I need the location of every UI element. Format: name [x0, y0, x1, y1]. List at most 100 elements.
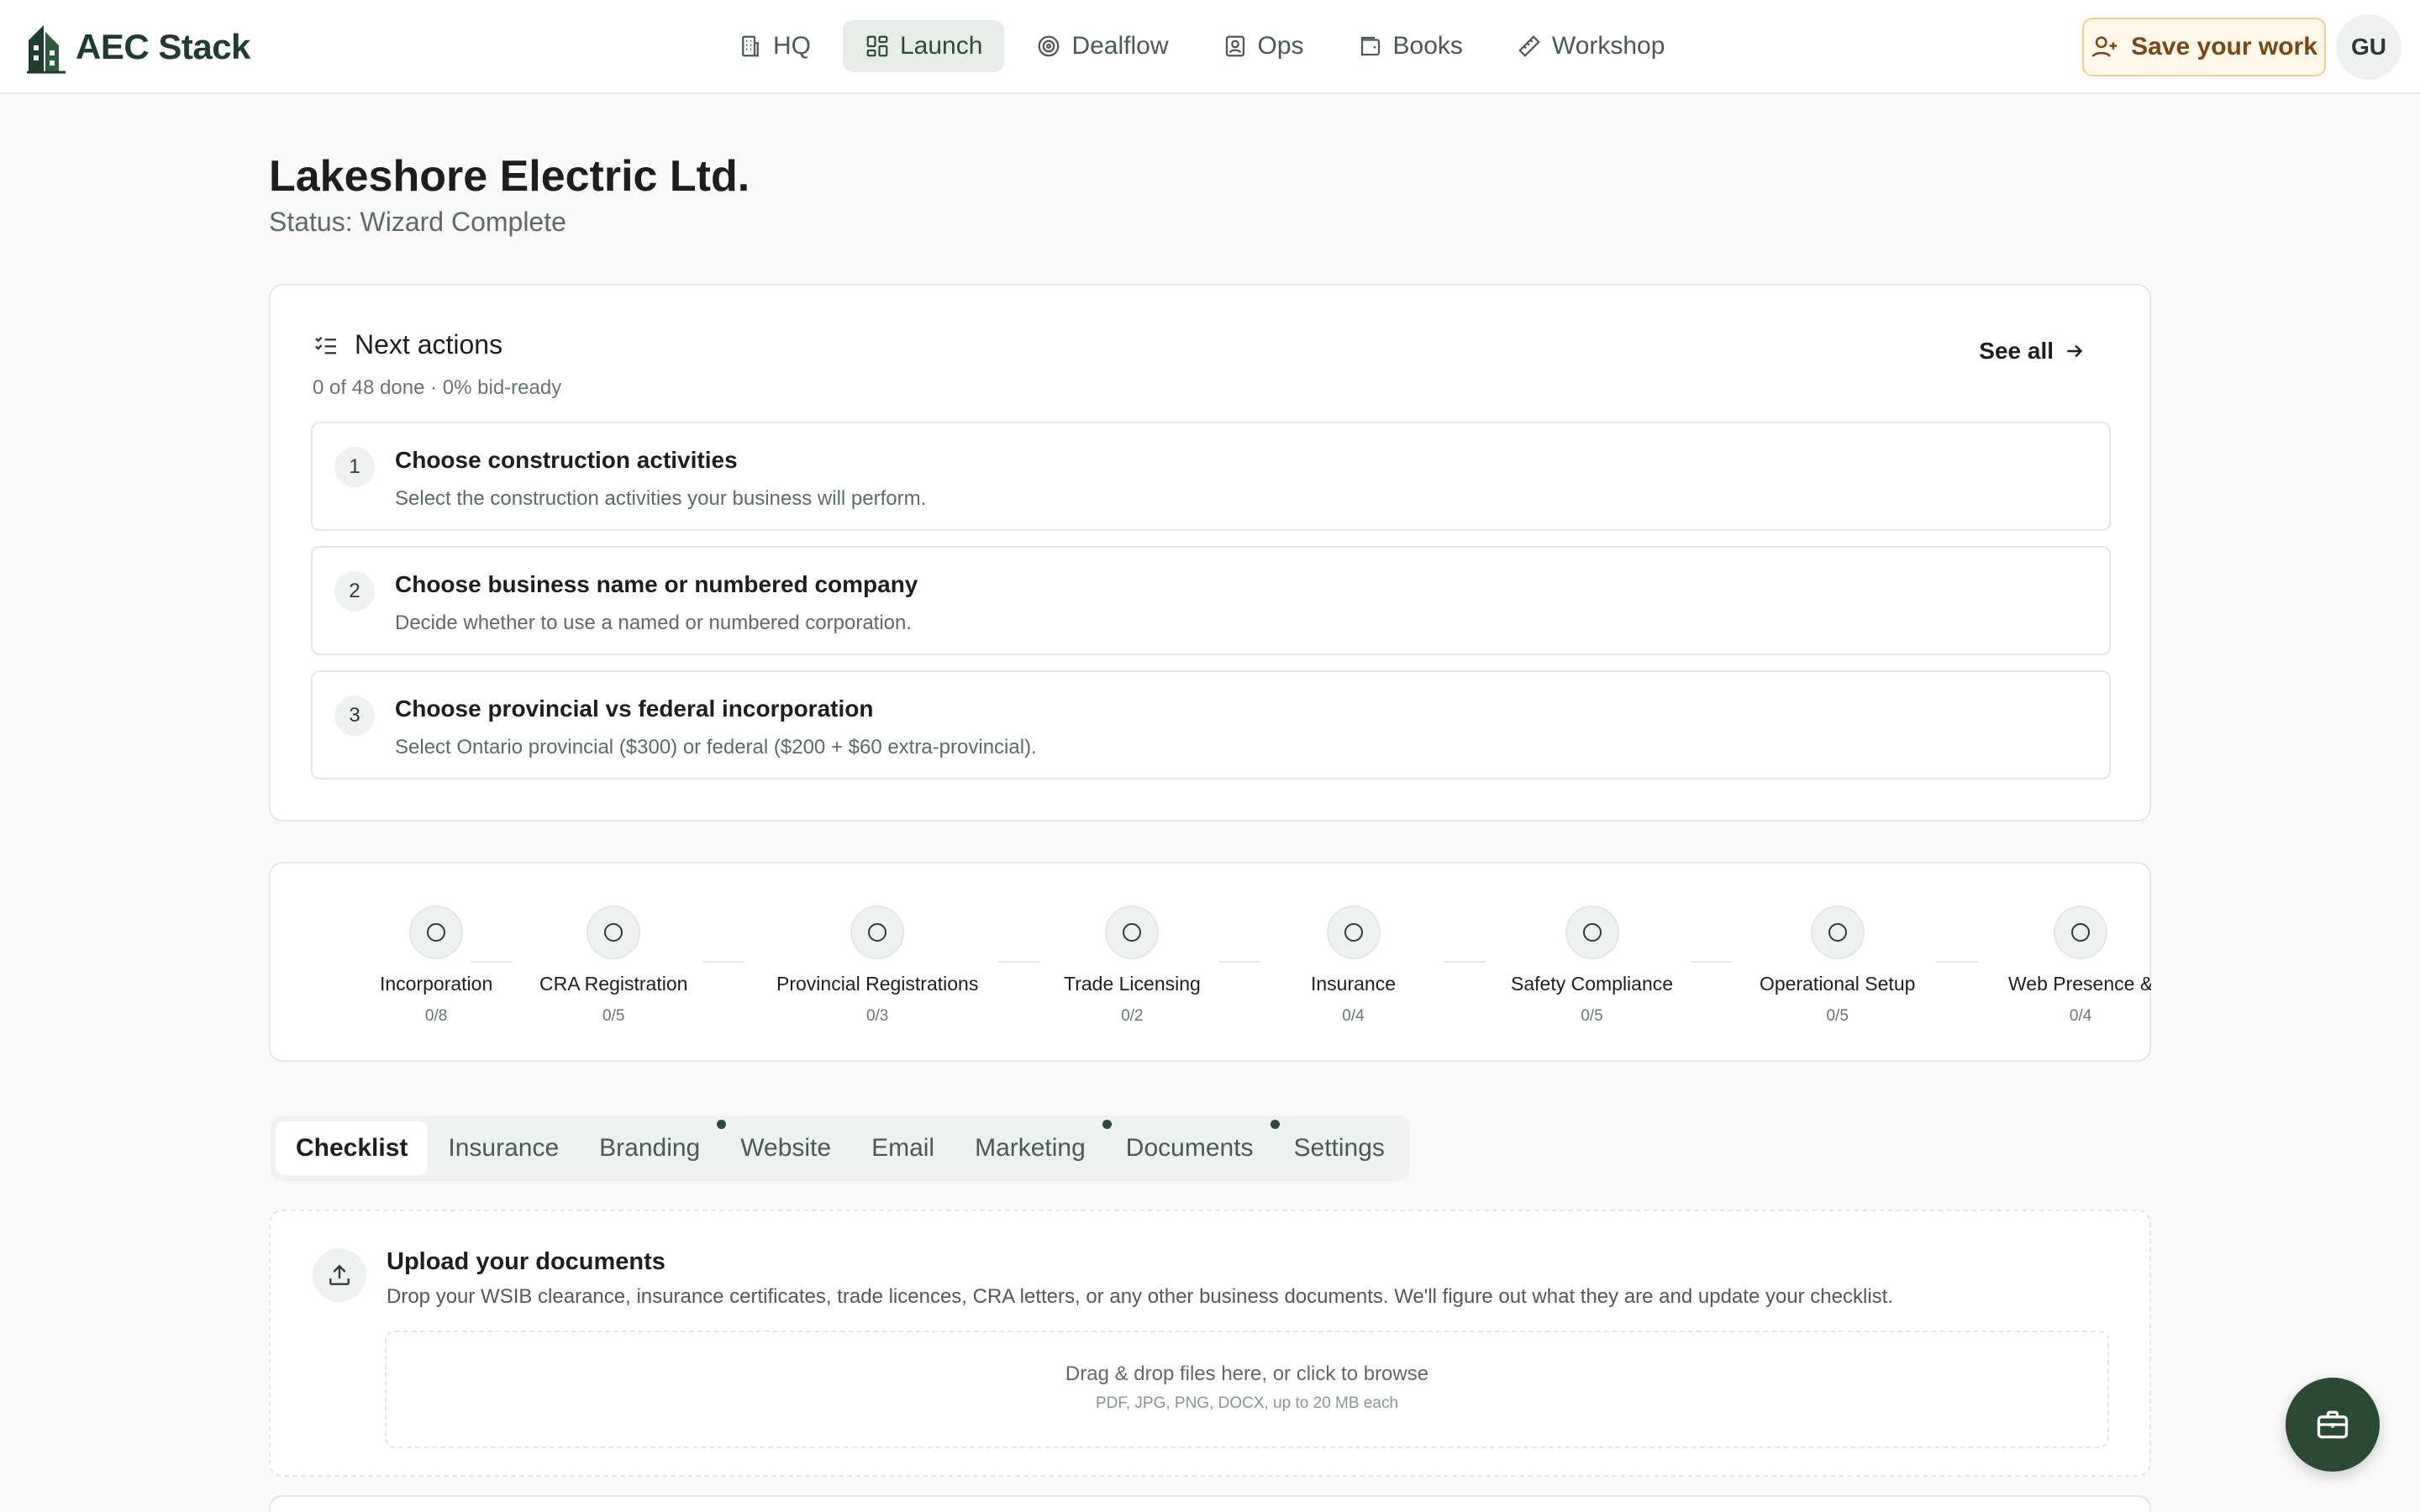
tab-documents[interactable]: Documents [1102, 1120, 1274, 1175]
upload-description: Drop your WSIB clearance, insurance cert… [387, 1285, 1894, 1308]
next-actions-summary: 0 of 48 done · 0% bid-ready [313, 376, 562, 399]
step-count: 0/5 [602, 1007, 625, 1025]
step-count: 0/2 [1121, 1007, 1144, 1025]
action-title: Choose provincial vs federal incorporati… [395, 696, 874, 722]
step-label: Operational Setup [1760, 973, 1916, 995]
nav-item-label: HQ [773, 32, 811, 60]
step-count: 0/4 [1342, 1007, 1365, 1025]
step-count: 0/4 [2069, 1007, 2092, 1025]
nav-item-label: Dealflow [1071, 32, 1169, 60]
step-connector [998, 961, 1040, 963]
stage-step-web-presence[interactable]: Web Presence & 0/4 [2008, 906, 2151, 1026]
briefcase-icon [2317, 1410, 2349, 1439]
user-avatar[interactable]: GU [2336, 14, 2402, 80]
step-label: Provincial Registrations [776, 973, 979, 995]
nav-item-books[interactable]: Books [1336, 20, 1485, 72]
user-plus-icon [2091, 36, 2118, 58]
tab-marketing[interactable]: Marketing [955, 1121, 1106, 1175]
step-label: Safety Compliance [1511, 973, 1674, 995]
nav-item-ops[interactable]: Ops [1201, 20, 1326, 72]
circle-icon [1810, 906, 1865, 959]
nav-item-dealflow[interactable]: Dealflow [1014, 20, 1190, 72]
step-connector [1218, 961, 1260, 963]
step-label: CRA Registration [539, 973, 688, 995]
stage-step-incorporation[interactable]: Incorporation 0/8 [380, 906, 492, 1026]
section-tabs: Checklist Insurance Branding Website Ema… [271, 1116, 1410, 1181]
step-count: 0/5 [1826, 1007, 1849, 1025]
tab-insurance[interactable]: Insurance [428, 1121, 579, 1175]
brand-logo[interactable]: AEC Stack [25, 20, 250, 74]
stage-step-insurance[interactable]: Insurance 0/4 [1311, 906, 1396, 1026]
circle-icon [2054, 906, 2108, 959]
circle-icon [1326, 906, 1381, 959]
file-drop-zone[interactable]: Drag & drop files here, or click to brow… [385, 1331, 2109, 1448]
tab-website[interactable]: Website [717, 1120, 851, 1175]
next-action-item[interactable]: 1 Choose construction activities Select … [311, 422, 2111, 531]
stepper-track: Incorporation 0/8 CRA Registration 0/5 P… [271, 864, 2151, 1062]
tab-checklist[interactable]: Checklist [276, 1121, 429, 1175]
action-title: Choose construction activities [395, 447, 738, 473]
top-navigation-bar: AEC Stack HQ Launch Dealflow Ops Books W… [0, 0, 2420, 94]
nav-item-hq[interactable]: HQ [716, 20, 833, 72]
stage-progress-stepper: Incorporation 0/8 CRA Registration 0/5 P… [269, 862, 2151, 1062]
notification-dot [717, 1120, 727, 1129]
ruler-icon [1518, 35, 1540, 57]
tab-label: Settings [1293, 1134, 1385, 1162]
nav-item-workshop[interactable]: Workshop [1495, 20, 1687, 72]
floating-action-button[interactable] [2286, 1378, 2380, 1472]
step-count: 0/3 [865, 1007, 889, 1025]
tab-branding[interactable]: Branding [579, 1121, 720, 1175]
save-your-work-button[interactable]: Save your work [2082, 18, 2326, 76]
action-description: Decide whether to use a named or numbere… [395, 612, 913, 634]
action-description: Select the construction activities your … [395, 487, 927, 510]
step-label: Trade Licensing [1064, 973, 1201, 995]
next-action-item[interactable]: 2 Choose business name or numbered compa… [311, 546, 2111, 655]
main-nav: HQ Launch Dealflow Ops Books Workshop [716, 20, 1686, 72]
stage-step-cra-registration[interactable]: CRA Registration 0/5 [539, 906, 687, 1026]
see-all-label: See all [1979, 338, 2054, 364]
stage-step-safety-compliance[interactable]: Safety Compliance 0/5 [1511, 906, 1673, 1026]
step-label: Web Presence & [2008, 973, 2151, 995]
tab-email[interactable]: Email [851, 1121, 955, 1175]
next-actions-card: Next actions 0 of 48 done · 0% bid-ready… [269, 284, 2151, 822]
step-connector [1936, 961, 1978, 963]
action-title: Choose business name or numbered company [395, 571, 918, 597]
nav-item-launch[interactable]: Launch [843, 20, 1005, 72]
step-connector [702, 961, 744, 963]
arrow-right-icon [2067, 344, 2083, 358]
notification-dot [1270, 1120, 1280, 1129]
action-number: 1 [334, 447, 375, 487]
step-label: Incorporation [380, 973, 493, 995]
stage-step-trade-licensing[interactable]: Trade Licensing 0/2 [1064, 906, 1201, 1026]
nav-item-label: Ops [1257, 32, 1304, 60]
circle-icon [587, 906, 641, 959]
stage-step-operational-setup[interactable]: Operational Setup 0/5 [1760, 906, 1915, 1026]
circle-icon [409, 906, 464, 959]
tab-settings[interactable]: Settings [1270, 1120, 1405, 1175]
nav-item-label: Launch [900, 32, 983, 60]
logo-building-icon [27, 25, 66, 74]
step-count: 0/5 [1581, 1007, 1603, 1025]
next-action-item[interactable]: 3 Choose provincial vs federal incorpora… [311, 670, 2111, 780]
nav-item-label: Workshop [1551, 32, 1665, 60]
stage-step-provincial-registrations[interactable]: Provincial Registrations 0/3 [776, 906, 978, 1026]
action-number: 2 [334, 571, 375, 612]
step-label: Insurance [1311, 973, 1397, 995]
notification-dot [1102, 1120, 1112, 1129]
step-count: 0/8 [424, 1007, 448, 1025]
next-actions-title: Next actions [355, 329, 503, 360]
next-actions-header: Next actions [313, 329, 502, 360]
next-section-card [269, 1495, 2151, 1512]
see-all-link[interactable]: See all [1979, 338, 2086, 365]
upload-documents-card: Upload your documents Drop your WSIB cle… [269, 1210, 2151, 1477]
wallet-icon [1360, 36, 1380, 56]
id-badge-icon [1225, 35, 1244, 57]
brand-name: AEC Stack [76, 27, 250, 66]
tab-label: Website [740, 1134, 832, 1162]
drop-zone-label: Drag & drop files here, or click to brow… [1065, 1362, 1429, 1385]
action-number: 3 [334, 696, 375, 736]
nav-item-label: Books [1392, 32, 1463, 60]
target-icon [1039, 35, 1060, 57]
circle-icon [850, 906, 905, 959]
upload-title: Upload your documents [387, 1248, 666, 1275]
